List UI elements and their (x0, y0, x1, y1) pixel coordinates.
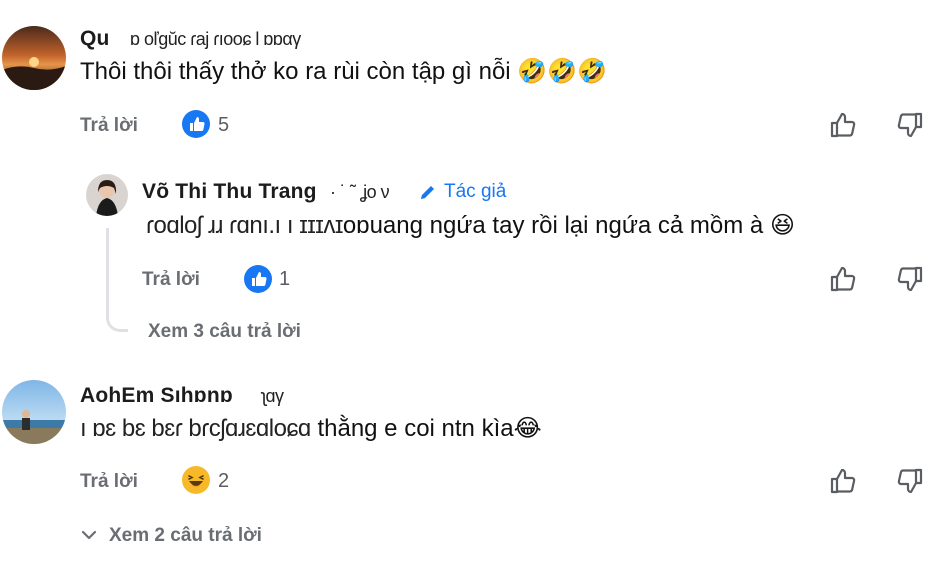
comment-text-content: Thôi thôi thấy thở ko ra rùi còn tập gì … (80, 58, 511, 85)
reply-button[interactable]: Trả lời (80, 115, 138, 137)
avatar[interactable] (2, 26, 66, 90)
haha-icon (182, 466, 210, 494)
comment-text: Thôi thôi thấy thở ko ra rùi còn tập gì … (80, 58, 607, 86)
reply-button[interactable]: Trả lời (80, 471, 138, 493)
like-button-icon[interactable] (828, 110, 858, 140)
author-badge: Tác giả (444, 181, 507, 202)
reply-text: ɾoɑloʃ ɹɹ ɾɑnı.ı ı ɪɪɪʌɪoɒuang ngứa tay … (146, 212, 795, 240)
comment-author[interactable]: AohEm Sıhɒnɒ (80, 384, 233, 408)
view-replies-link[interactable]: Xem 3 câu trả lời (148, 321, 301, 343)
dislike-button-icon[interactable] (895, 264, 925, 294)
thread-connector-line (106, 228, 128, 332)
reaction-count[interactable]: 2 (218, 470, 229, 493)
dislike-button-icon[interactable] (895, 110, 925, 140)
comment-meta: ɒ oľgŭc ɾaj ɾıooɕ l ɒɒαγ (130, 29, 301, 49)
grinning-squint-emoji-icon: 😆 (769, 212, 795, 239)
reaction-count[interactable]: 5 (218, 114, 229, 137)
reply-button[interactable]: Trả lời (142, 269, 200, 291)
like-icon (182, 110, 210, 138)
comment-text: ı ɒɛ bɛ bɛɾ bɾcʃɑɹɛɑloɕɑ thằng e coi ntn… (80, 415, 542, 443)
avatar[interactable] (86, 174, 128, 216)
avatar-person-image (86, 174, 128, 216)
reply-author[interactable]: Võ Thi Thu Trang (142, 180, 317, 204)
chevron-down-icon[interactable] (80, 527, 98, 543)
dislike-button-icon[interactable] (895, 466, 925, 496)
avatar[interactable] (2, 380, 66, 444)
reply-text-content: oɒuang ngứa tay rồi lại ngứa cả mồm à (342, 212, 764, 239)
avatar-beach-image (2, 380, 66, 444)
like-button-icon[interactable] (828, 264, 858, 294)
reaction-count[interactable]: 1 (279, 268, 290, 291)
avatar-sunset-image (2, 26, 66, 90)
like-icon (244, 265, 272, 293)
comment-text-content: thằng e coi ntn kìa (317, 415, 514, 442)
reply-text-garbled: ɾoɑloʃ ɹɹ ɾɑnı.ı ı ɪɪɪʌɪ (146, 212, 343, 239)
comment-meta: ʅɑγ (262, 386, 284, 406)
pencil-icon (418, 182, 438, 202)
comment-author[interactable]: Qu (80, 27, 110, 51)
view-replies-link[interactable]: Xem 2 câu trả lời (109, 525, 262, 547)
reply-meta: · ˙ ˜ ʝo ν (330, 182, 390, 202)
like-button-icon[interactable] (828, 466, 858, 496)
tears-of-joy-emoji-icon: 😂 (513, 415, 542, 442)
rofl-emoji-icon: 🤣🤣🤣 (517, 58, 607, 85)
comment-text-garbled: ı ɒɛ bɛ bɛɾ bɾcʃɑɹɛɑloɕɑ (80, 415, 311, 442)
